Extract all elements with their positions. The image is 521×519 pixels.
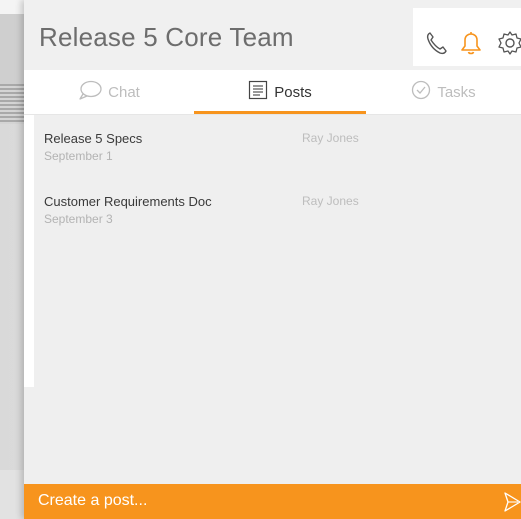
tab-bar: Chat Posts Tasks <box>24 70 521 115</box>
background-window-bottom <box>0 470 24 519</box>
gear-icon[interactable] <box>497 30 521 61</box>
list-item[interactable]: Customer Requirements Doc September 3 Ra… <box>44 194 504 244</box>
check-circle-icon <box>411 80 431 104</box>
background-window-stripes <box>0 84 24 124</box>
tab-tasks[interactable]: Tasks <box>366 70 521 114</box>
post-title: Customer Requirements Doc <box>44 194 212 209</box>
chat-bubble-icon <box>78 80 102 104</box>
team-window: Release 5 Core Team Chat Posts Tasks Rel… <box>24 0 521 519</box>
tab-tasks-label: Tasks <box>437 83 476 101</box>
phone-icon[interactable] <box>423 30 449 61</box>
page-title: Release 5 Core Team <box>39 22 294 52</box>
post-title: Release 5 Specs <box>44 131 143 146</box>
list-item[interactable]: Release 5 Specs September 1 Ray Jones <box>44 131 504 181</box>
create-post-input[interactable]: Create a post... <box>38 492 147 510</box>
post-composer[interactable]: Create a post... <box>24 484 521 519</box>
post-date: September 1 <box>44 149 113 163</box>
post-author: Ray Jones <box>302 194 359 208</box>
active-tab-indicator <box>194 111 366 114</box>
tab-posts-label: Posts <box>274 83 312 101</box>
posts-list: Release 5 Specs September 1 Ray Jones Cu… <box>24 115 521 485</box>
list-left-edge <box>24 115 34 387</box>
window-header: Release 5 Core Team <box>24 0 521 70</box>
document-icon <box>248 80 268 104</box>
post-date: September 3 <box>44 212 113 226</box>
header-actions <box>413 8 521 66</box>
tab-posts[interactable]: Posts <box>194 70 366 114</box>
bell-icon[interactable] <box>459 30 483 61</box>
post-author: Ray Jones <box>302 131 359 145</box>
send-icon[interactable] <box>504 492 521 517</box>
tab-chat-label: Chat <box>108 83 140 101</box>
tab-chat[interactable]: Chat <box>24 70 194 114</box>
